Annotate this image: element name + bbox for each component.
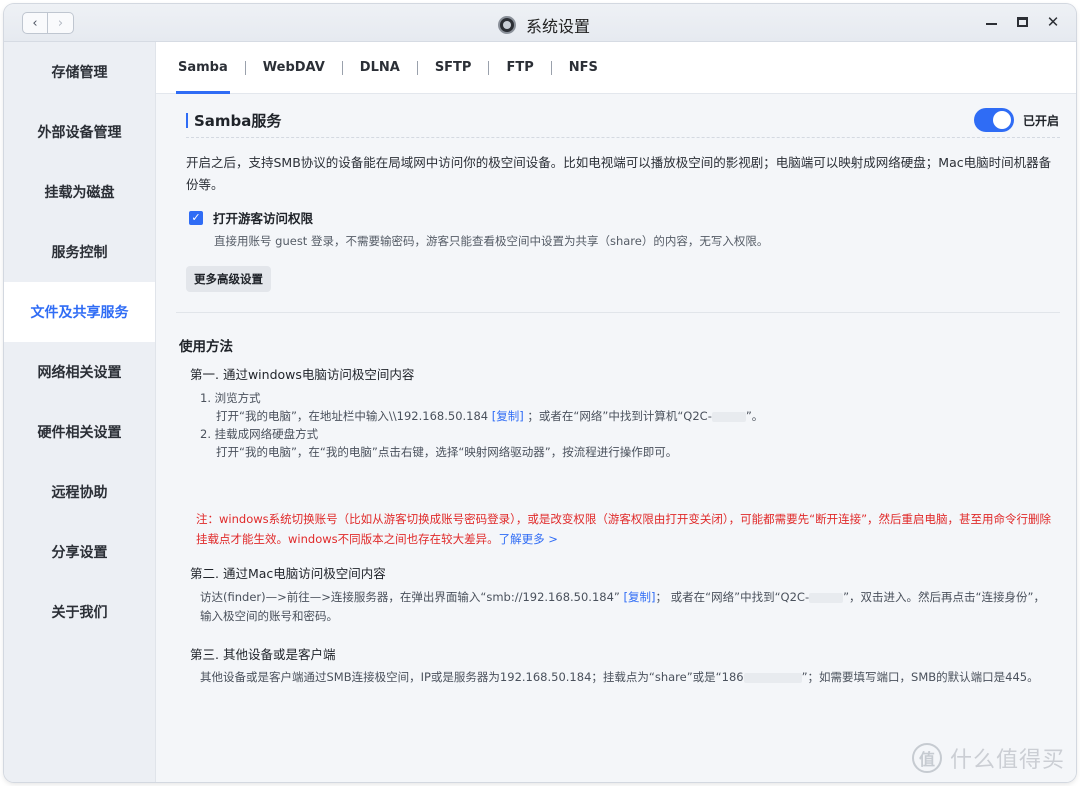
step1-sub1-text-b: ；或者在“网络”中找到计算机“Q2C- [527, 409, 712, 423]
sidebar-item-about[interactable]: 关于我们 [4, 582, 155, 642]
minimize-icon [985, 23, 997, 25]
usage-title: 使用方法 [179, 339, 233, 355]
samba-description: 开启之后，支持SMB协议的设备能在局域网中访问你的极空间设备。比如电视端可以播放… [186, 155, 1052, 192]
sidebar-item-share-settings[interactable]: 分享设置 [4, 522, 155, 582]
sidebar: 存储管理 外部设备管理 挂载为磁盘 服务控制 文件及共享服务 网络相关设置 硬件… [4, 42, 156, 782]
forward-button[interactable]: › [48, 12, 74, 34]
step3-text-a: 其他设备或是客户端通过SMB连接极空间，IP或是服务器为192.168.50.1… [200, 670, 744, 684]
window-controls: ✕ [984, 13, 1060, 31]
tab-divider [244, 60, 246, 75]
guest-access-row: ✓ 打开游客访问权限 [189, 208, 313, 227]
close-icon: ✕ [1046, 13, 1060, 31]
tab-nfs[interactable]: NFS [567, 42, 600, 94]
tab-webdav[interactable]: WebDAV [261, 42, 327, 94]
step1-sub1-line: 打开“我的电脑”，在地址栏中输入\\192.168.50.184 [复制] ；或… [216, 408, 763, 424]
tab-divider [488, 60, 490, 75]
sidebar-item-network[interactable]: 网络相关设置 [4, 342, 155, 402]
sidebar-item-mount-disk[interactable]: 挂载为磁盘 [4, 162, 155, 222]
samba-section-header: Samba服务 已开启 [186, 108, 1060, 138]
redacted-mount-point [743, 672, 802, 683]
learn-more-link[interactable]: 了解更多 > [499, 532, 558, 546]
guest-access-note: 直接用账号 guest 登录，不需要输密码，游客只能查看极空间中设置为共享（sh… [214, 234, 769, 248]
window-title-group: 系统设置 [498, 13, 590, 37]
toggle-knob [993, 111, 1011, 129]
step1-title: 第一. 通过windows电脑访问极空间内容 [190, 367, 415, 382]
tab-sftp[interactable]: SFTP [433, 42, 474, 94]
tab-divider [341, 60, 343, 75]
checkmark-icon: ✓ [191, 211, 201, 224]
watermark: 值 什么值得买 [912, 742, 1065, 774]
step2-text-b: ； 或者在“网络”中找到“Q2C- [655, 590, 810, 604]
settings-window: ‹ › 系统设置 ✕ 存储管理 外部设备管理 挂载为磁盘 服务控制 文件及共享服… [4, 4, 1076, 782]
samba-section-title: Samba服务 [186, 110, 281, 131]
protocol-tabs: Samba WebDAV DLNA SFTP FTP NFS [156, 42, 1076, 94]
step2-line1: 访达(finder)—>前往—>连接服务器，在弹出界面输入“smb://192.… [200, 589, 1045, 605]
toggle-status-label: 已开启 [1023, 114, 1060, 128]
window-title: 系统设置 [526, 17, 591, 36]
chevron-left-icon: ‹ [32, 15, 38, 31]
copy-smb-link[interactable]: [复制] [624, 590, 656, 604]
sidebar-item-storage[interactable]: 存储管理 [4, 42, 155, 102]
step1-sub1-text-a: 打开“我的电脑”，在地址栏中输入\\192.168.50.184 [216, 409, 489, 423]
step3-text-b: ”；如需要填写端口，SMB的默认端口是445。 [801, 670, 1039, 684]
minimize-button[interactable] [984, 13, 998, 31]
sidebar-item-hardware[interactable]: 硬件相关设置 [4, 402, 155, 462]
close-button[interactable]: ✕ [1046, 13, 1060, 31]
copy-address-link[interactable]: [复制] [492, 409, 524, 423]
advanced-settings-button[interactable]: 更多高级设置 [186, 266, 271, 292]
app-icon [498, 16, 516, 34]
step3-title: 第三. 其他设备或是客户端 [190, 647, 336, 662]
guest-access-label: 打开游客访问权限 [213, 211, 314, 226]
sidebar-item-service-control[interactable]: 服务控制 [4, 222, 155, 282]
step2-line2: 输入极空间的账号和密码。 [200, 609, 338, 623]
nav-buttons: ‹ › [22, 12, 74, 34]
samba-toggle[interactable] [974, 108, 1014, 132]
tab-samba[interactable]: Samba [176, 42, 230, 94]
step2-text-a: 访达(finder)—>前往—>连接服务器，在弹出界面输入“smb://192.… [200, 590, 620, 604]
step1-sub2-text: 打开“我的电脑”，在“我的电脑”点击右键，选择“映射网络驱动器”，按流程进行操作… [216, 445, 678, 459]
step2-text-c: ”，双击进入。然后再点击“连接身份”， [843, 590, 1045, 604]
warning-text: 注：windows系统切换账号（比如从游客切换成账号密码登录），或是改变权限（游… [196, 512, 1052, 546]
sidebar-item-remote-assist[interactable]: 远程协助 [4, 462, 155, 522]
redacted-device-name [809, 592, 844, 603]
step2-title: 第二. 通过Mac电脑访问极空间内容 [190, 566, 386, 581]
guest-access-checkbox[interactable]: ✓ [189, 210, 203, 225]
watermark-logo-icon: 值 [912, 743, 942, 773]
maximize-icon [1016, 17, 1028, 27]
maximize-button[interactable] [1015, 13, 1029, 31]
step1-sub2-title: 2. 挂载成网络硬盘方式 [200, 427, 319, 441]
windows-warning: 注：windows系统切换账号（比如从游客切换成账号密码登录），或是改变权限（游… [196, 509, 1060, 549]
sidebar-item-external-devices[interactable]: 外部设备管理 [4, 102, 155, 162]
tab-divider [550, 60, 552, 75]
step3-line: 其他设备或是客户端通过SMB连接极空间，IP或是服务器为192.168.50.1… [200, 669, 1039, 685]
watermark-text: 什么值得买 [950, 748, 1066, 773]
title-bar: ‹ › 系统设置 ✕ [4, 4, 1076, 42]
tab-dlna[interactable]: DLNA [358, 42, 402, 94]
step1-sub1-text-c: ”。 [745, 409, 764, 423]
tab-divider [416, 60, 418, 75]
step1-sub1-title: 1. 浏览方式 [200, 391, 261, 405]
redacted-device-name [711, 411, 746, 422]
tab-ftp[interactable]: FTP [504, 42, 535, 94]
main-panel: Samba WebDAV DLNA SFTP FTP NFS Samba服务 已… [156, 42, 1076, 782]
back-button[interactable]: ‹ [22, 12, 48, 34]
chevron-right-icon: › [57, 15, 64, 31]
section-divider [176, 312, 1060, 313]
sidebar-item-file-sharing[interactable]: 文件及共享服务 [4, 282, 155, 342]
